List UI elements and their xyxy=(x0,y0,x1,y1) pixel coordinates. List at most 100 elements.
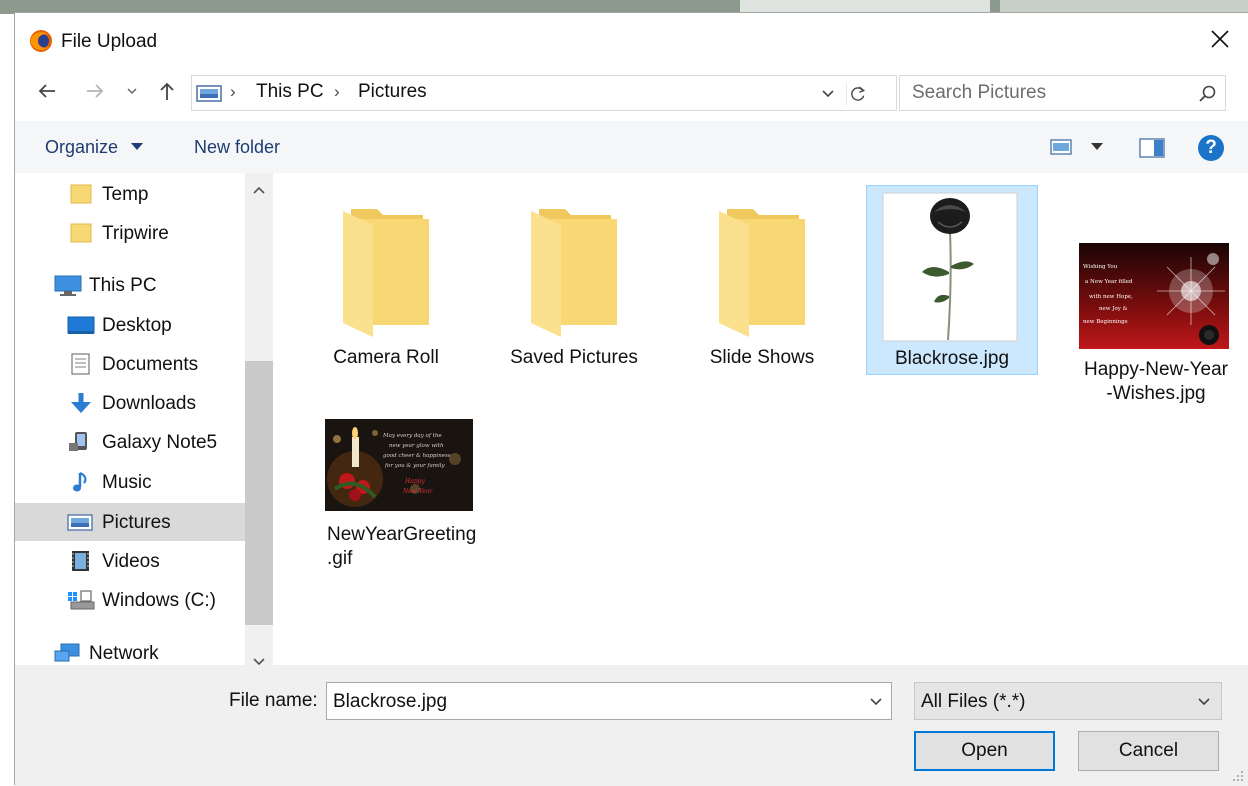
nav-item-pictures[interactable]: Pictures xyxy=(15,503,245,541)
nav-item-label: Desktop xyxy=(102,315,172,336)
nav-item-galaxy-note5[interactable]: Galaxy Note5 xyxy=(15,423,245,461)
nav-item-label: Music xyxy=(102,472,152,493)
nav-item-music[interactable]: Music xyxy=(15,463,245,501)
breadcrumb-this-pc[interactable]: This PC xyxy=(256,81,324,103)
file-tile-blackrose[interactable]: Blackrose.jpg xyxy=(866,185,1038,375)
change-view-icon[interactable] xyxy=(1050,139,1072,155)
scroll-down-chevron-icon[interactable] xyxy=(252,657,266,665)
nav-item-downloads[interactable]: Downloads xyxy=(15,384,245,422)
greeting-line-2: new year glow with xyxy=(389,443,444,449)
file-name-label: Saved Pictures xyxy=(510,347,638,368)
videos-icon xyxy=(72,551,89,571)
file-name-label: Camera Roll xyxy=(333,347,439,368)
forward-arrow-icon[interactable] xyxy=(83,79,107,103)
nav-item-desktop[interactable]: Desktop xyxy=(15,306,245,344)
file-name-input[interactable]: Blackrose.jpg xyxy=(326,682,892,720)
firefox-icon xyxy=(30,30,52,52)
help-icon[interactable]: ? xyxy=(1198,135,1224,161)
scrollbar-thumb[interactable] xyxy=(245,361,273,625)
nav-item-label: Tripwire xyxy=(102,223,169,244)
wishes-line-3: with new Hope, xyxy=(1089,294,1133,300)
happy-new-year-wishes-thumbnail: Wishing You a New Year filled with new H… xyxy=(1079,243,1229,349)
back-arrow-icon[interactable] xyxy=(35,79,59,103)
nav-item-label: This PC xyxy=(89,275,157,296)
greeting-line-3: good cheer & happiness xyxy=(383,453,451,459)
wishes-line-5: new Beginnings xyxy=(1083,319,1128,325)
new-year-greeting-thumbnail: May every day of the new year glow with … xyxy=(325,419,473,511)
nav-item-label: Videos xyxy=(102,551,160,572)
nav-item-tripwire[interactable]: Tripwire xyxy=(15,214,245,252)
nav-item-label: Windows (C:) xyxy=(102,590,217,611)
search-icon[interactable] xyxy=(1197,84,1217,104)
file-type-dropdown-chevron-icon[interactable] xyxy=(1197,697,1211,707)
file-name-label-line2: -Wishes.jpg xyxy=(1106,383,1206,404)
nav-item-temp[interactable]: Temp xyxy=(15,175,245,213)
pictures-location-icon xyxy=(196,85,222,102)
greeting-line-6: New Year xyxy=(402,488,433,495)
open-button[interactable]: Open xyxy=(914,731,1055,771)
file-name-label: Blackrose.jpg xyxy=(894,348,1010,369)
folder-icon xyxy=(70,223,92,243)
nav-item-label: Downloads xyxy=(102,393,196,414)
title-bar: File Upload xyxy=(15,13,1248,65)
file-name-label: Slide Shows xyxy=(709,347,815,368)
refresh-icon[interactable] xyxy=(846,83,868,105)
file-name-label: File name: xyxy=(229,690,318,711)
wishes-line-1: Wishing You xyxy=(1083,264,1118,270)
search-box[interactable]: Search Pictures xyxy=(899,75,1226,111)
network-icon xyxy=(54,643,80,662)
command-toolbar: Organize New folder ? xyxy=(15,121,1248,173)
file-upload-dialog: File Upload › This PC › Pictures Search … xyxy=(14,12,1248,786)
new-folder-button[interactable]: New folder xyxy=(194,137,280,158)
folder-icon xyxy=(70,184,92,204)
greeting-line-4: for you & your family xyxy=(384,463,445,469)
drive-icon xyxy=(68,590,95,610)
breadcrumb-pictures[interactable]: Pictures xyxy=(358,81,427,103)
folder-tile-slide-shows[interactable]: Slide Shows xyxy=(676,185,848,375)
wishes-line-4: new Joy & xyxy=(1099,306,1128,312)
organize-caret-icon[interactable] xyxy=(131,143,143,151)
nav-item-videos[interactable]: Videos xyxy=(15,542,245,580)
file-name-label-line2: .gif xyxy=(327,548,353,569)
nav-item-label: Galaxy Note5 xyxy=(102,432,218,453)
file-name-label-line1: NewYearGreeting xyxy=(327,524,477,545)
file-name-dropdown-chevron-icon[interactable] xyxy=(869,697,883,707)
greeting-line-1: May every day of the xyxy=(382,433,442,439)
breadcrumb-separator-icon: › xyxy=(334,82,340,101)
nav-item-windows-c[interactable]: Windows (C:) xyxy=(15,581,245,619)
folder-tile-camera-roll[interactable]: Camera Roll xyxy=(300,185,472,375)
address-dropdown-chevron-icon[interactable] xyxy=(820,87,836,101)
address-bar[interactable]: › This PC › Pictures xyxy=(191,75,897,111)
breadcrumb-separator-icon: › xyxy=(230,82,236,101)
computer-icon xyxy=(54,275,82,296)
up-arrow-icon[interactable] xyxy=(155,79,179,103)
nav-item-network[interactable]: Network xyxy=(15,634,245,665)
nav-item-label: Documents xyxy=(102,354,199,375)
folder-tile-saved-pictures[interactable]: Saved Pictures xyxy=(488,185,660,375)
file-tile-happy-new-year-wishes[interactable]: Wishing You a New Year filled with new H… xyxy=(1071,185,1241,404)
file-type-select[interactable]: All Files (*.*) xyxy=(914,682,1222,720)
nav-item-documents[interactable]: Documents xyxy=(15,345,245,383)
organize-menu-button[interactable]: Organize xyxy=(45,137,118,158)
downloads-icon xyxy=(71,393,91,413)
close-icon[interactable] xyxy=(1208,27,1232,51)
greeting-line-5: Happy xyxy=(404,478,425,485)
desktop-icon xyxy=(67,316,95,334)
address-row: › This PC › Pictures Search Pictures xyxy=(15,65,1248,121)
preview-pane-icon[interactable] xyxy=(1139,138,1165,158)
cancel-button[interactable]: Cancel xyxy=(1078,731,1219,771)
file-name-label-line1: Happy-New-Year xyxy=(1084,359,1228,380)
view-options-caret-icon[interactable] xyxy=(1091,143,1103,151)
dialog-footer: File name: Blackrose.jpg All Files (*.*)… xyxy=(15,665,1248,786)
file-list-area: Camera Roll Saved Pictures Slide Shows B… xyxy=(273,173,1248,665)
recent-locations-chevron-icon[interactable] xyxy=(125,79,139,103)
nav-item-label: Network xyxy=(89,643,159,664)
documents-icon xyxy=(71,353,90,375)
pictures-icon xyxy=(67,514,93,531)
nav-pane-scrollbar[interactable] xyxy=(245,173,273,665)
scroll-up-chevron-icon[interactable] xyxy=(252,185,266,195)
folder-icon xyxy=(343,209,429,337)
nav-item-this-pc[interactable]: This PC xyxy=(15,266,245,304)
resize-grip-icon[interactable] xyxy=(1232,770,1244,782)
file-tile-new-year-greeting[interactable]: May every day of the new year glow with … xyxy=(311,409,481,579)
